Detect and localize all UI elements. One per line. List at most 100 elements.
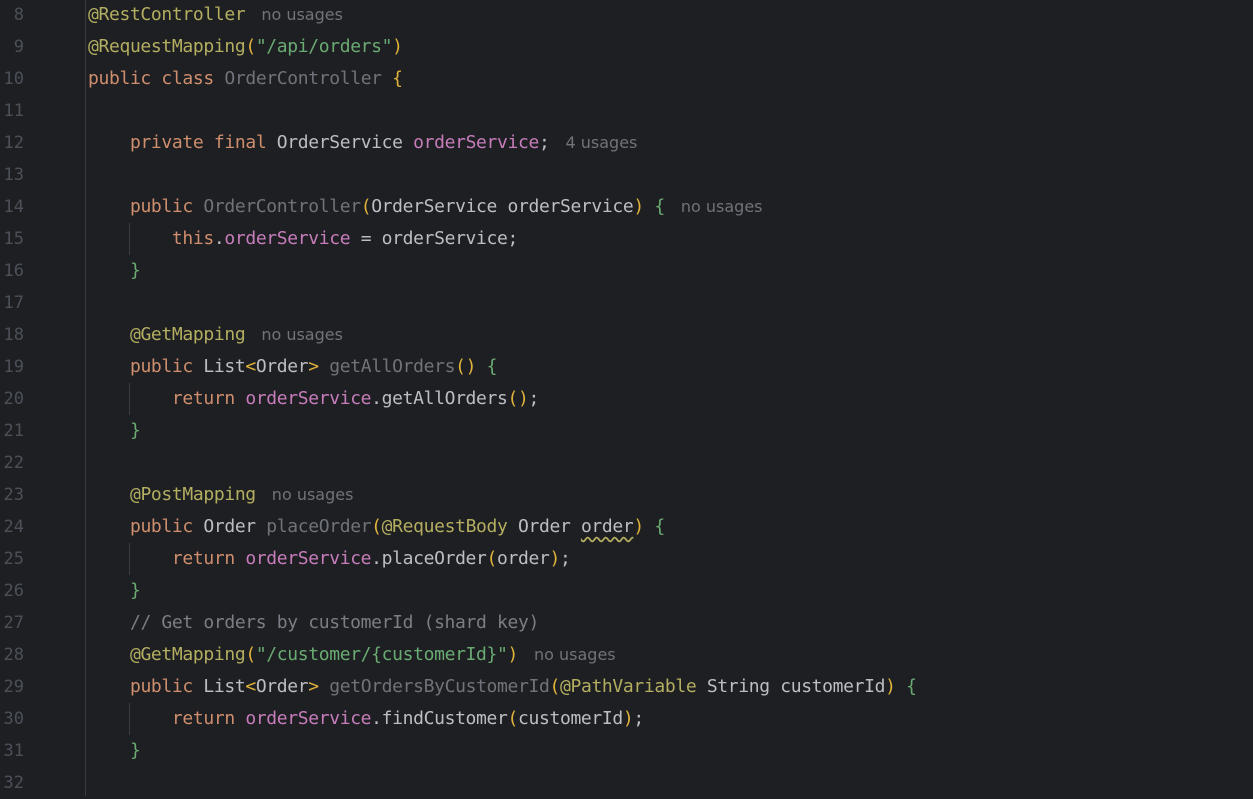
line-number[interactable]: 18 bbox=[0, 319, 24, 351]
line-number[interactable]: 20 bbox=[0, 383, 24, 415]
code-line[interactable]: 32 bbox=[0, 767, 1253, 799]
line-number[interactable]: 32 bbox=[0, 767, 24, 799]
code-line[interactable]: 8 @RestController no usages bbox=[0, 0, 1253, 31]
code-token: } bbox=[129, 420, 141, 441]
line-number[interactable]: 28 bbox=[0, 639, 24, 671]
code-token: . bbox=[213, 228, 225, 249]
code-line[interactable]: 15 this.orderService = orderService; bbox=[0, 223, 1253, 255]
code-text[interactable]: @RequestMapping("/api/orders") bbox=[88, 31, 403, 63]
code-text[interactable]: public List<Order> getOrdersByCustomerId… bbox=[88, 671, 917, 703]
line-number[interactable]: 31 bbox=[0, 735, 24, 767]
line-number[interactable]: 13 bbox=[0, 159, 24, 191]
line-number[interactable]: 26 bbox=[0, 575, 24, 607]
code-token: > bbox=[308, 356, 319, 377]
code-token: Order bbox=[255, 356, 309, 377]
code-line[interactable]: 21 } bbox=[0, 415, 1253, 447]
code-line[interactable]: 10 public class OrderController { bbox=[0, 63, 1253, 95]
code-line[interactable]: 25 return orderService.placeOrder(order)… bbox=[0, 543, 1253, 575]
code-text[interactable]: @GetMapping no usages bbox=[88, 319, 343, 351]
code-line[interactable]: 18 @GetMapping no usages bbox=[0, 319, 1253, 351]
code-text[interactable]: } bbox=[88, 415, 141, 447]
line-number[interactable]: 23 bbox=[0, 479, 24, 511]
code-line[interactable]: 23 @PostMapping no usages bbox=[0, 479, 1253, 511]
usages-hint[interactable]: no usages bbox=[261, 325, 343, 344]
code-token: ( bbox=[486, 548, 498, 569]
code-token: List bbox=[192, 676, 246, 697]
code-line[interactable]: 17 bbox=[0, 287, 1253, 319]
code-line[interactable]: 20 return orderService.getAllOrders(); bbox=[0, 383, 1253, 415]
code-line[interactable]: 19 public List<Order> getAllOrders() { bbox=[0, 351, 1253, 383]
code-line[interactable]: 26 } bbox=[0, 575, 1253, 607]
line-number[interactable]: 29 bbox=[0, 671, 24, 703]
code-line[interactable]: 27 // Get orders by customerId (shard ke… bbox=[0, 607, 1253, 639]
usages-hint[interactable]: 4 usages bbox=[565, 133, 637, 152]
code-token: orderService bbox=[245, 388, 372, 409]
line-number[interactable]: 8 bbox=[0, 0, 24, 31]
line-number[interactable]: 30 bbox=[0, 703, 24, 735]
line-number[interactable]: 15 bbox=[0, 223, 24, 255]
code-text[interactable]: // Get orders by customerId (shard key) bbox=[88, 607, 539, 639]
code-token: < bbox=[245, 676, 256, 697]
code-text[interactable]: } bbox=[88, 575, 141, 607]
usages-hint[interactable]: no usages bbox=[534, 645, 616, 664]
usages-hint[interactable]: no usages bbox=[261, 5, 343, 24]
code-token: @PostMapping bbox=[129, 484, 256, 505]
code-line[interactable]: 29 public List<Order> getOrdersByCustome… bbox=[0, 671, 1253, 703]
code-token: public bbox=[88, 68, 151, 89]
code-text[interactable]: return orderService.placeOrder(order); bbox=[88, 543, 571, 575]
line-number[interactable]: 11 bbox=[0, 95, 24, 127]
line-number[interactable]: 14 bbox=[0, 191, 24, 223]
code-text[interactable]: return orderService.findCustomer(custome… bbox=[88, 703, 644, 735]
code-token: @PathVariable bbox=[559, 676, 697, 697]
code-text[interactable]: public class OrderController { bbox=[88, 63, 403, 95]
code-text[interactable]: public OrderController(OrderService orde… bbox=[88, 191, 763, 223]
line-number[interactable]: 22 bbox=[0, 447, 24, 479]
code-line[interactable]: 22 bbox=[0, 447, 1253, 479]
code-text[interactable]: private final OrderService orderService;… bbox=[88, 127, 637, 159]
code-text[interactable]: } bbox=[88, 735, 141, 767]
code-text[interactable]: @GetMapping("/customer/{customerId}") no … bbox=[88, 639, 616, 671]
code-line[interactable]: 12 private final OrderService orderServi… bbox=[0, 127, 1253, 159]
code-text[interactable]: this.orderService = orderService; bbox=[88, 223, 518, 255]
code-token: final bbox=[213, 132, 267, 153]
code-token: "/api/orders" bbox=[255, 36, 393, 57]
code-line[interactable]: 9 @RequestMapping("/api/orders") bbox=[0, 31, 1253, 63]
code-line[interactable]: 16 } bbox=[0, 255, 1253, 287]
line-number[interactable]: 9 bbox=[0, 31, 24, 63]
code-text[interactable]: @PostMapping no usages bbox=[88, 479, 353, 511]
line-number[interactable]: 10 bbox=[0, 63, 24, 95]
code-text[interactable]: public List<Order> getAllOrders() { bbox=[88, 351, 497, 383]
line-number[interactable]: 17 bbox=[0, 287, 24, 319]
code-text[interactable]: public Order placeOrder(@RequestBody Ord… bbox=[88, 511, 665, 543]
line-number[interactable]: 12 bbox=[0, 127, 24, 159]
code-line[interactable]: 14 public OrderController(OrderService o… bbox=[0, 191, 1253, 223]
code-line[interactable]: 11 bbox=[0, 95, 1253, 127]
line-number[interactable]: 19 bbox=[0, 351, 24, 383]
code-line[interactable]: 31 } bbox=[0, 735, 1253, 767]
usages-hint[interactable]: no usages bbox=[272, 485, 354, 504]
code-token: placeOrder bbox=[266, 516, 372, 537]
line-number[interactable]: 25 bbox=[0, 543, 24, 575]
code-text[interactable]: } bbox=[88, 255, 141, 287]
code-line[interactable]: 28 @GetMapping("/customer/{customerId}")… bbox=[0, 639, 1253, 671]
code-editor[interactable]: 8 @RestController no usages 9 @RequestMappin… bbox=[0, 0, 1253, 796]
code-token: customerId bbox=[518, 708, 623, 729]
code-line[interactable]: 24 public Order placeOrder(@RequestBody … bbox=[0, 511, 1253, 543]
code-line[interactable]: 13 bbox=[0, 159, 1253, 191]
line-number[interactable]: 16 bbox=[0, 255, 24, 287]
line-number[interactable]: 27 bbox=[0, 607, 24, 639]
usages-hint[interactable]: no usages bbox=[681, 197, 763, 216]
code-line[interactable]: 30 return orderService.findCustomer(cust… bbox=[0, 703, 1253, 735]
code-text[interactable]: return orderService.getAllOrders(); bbox=[88, 383, 539, 415]
code-token: = orderService; bbox=[350, 228, 519, 249]
line-number[interactable]: 21 bbox=[0, 415, 24, 447]
line-number[interactable]: 24 bbox=[0, 511, 24, 543]
code-text[interactable]: @RestController no usages bbox=[88, 0, 343, 31]
